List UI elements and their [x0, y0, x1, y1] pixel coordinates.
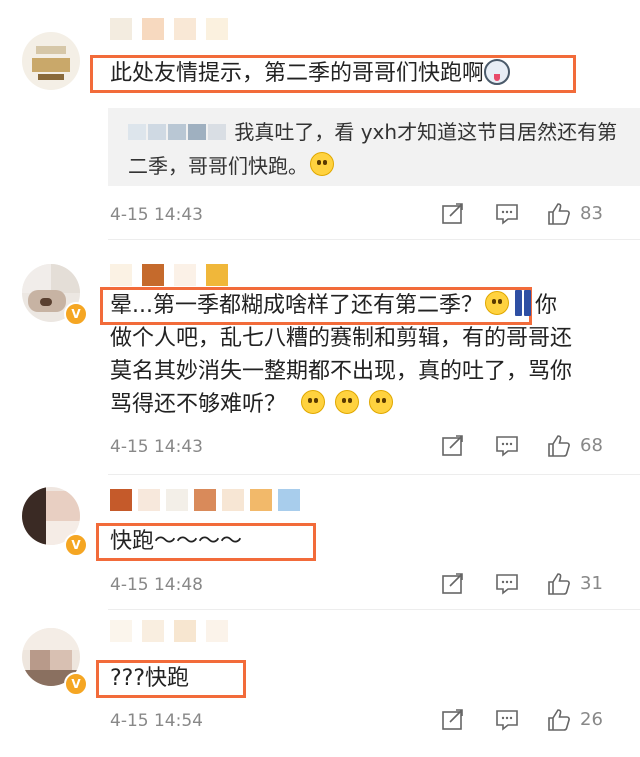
thumbs-up-icon[interactable] — [546, 201, 572, 227]
thumbs-up-icon[interactable] — [546, 707, 572, 733]
smile-emoji-icon — [310, 152, 334, 176]
comment-3: V 快跑～～～～ 4-15 14:48 31 — [0, 475, 640, 610]
comment-2: V 晕...第一季都糊成啥样了还有第二季？你 做个人吧，乱七八糟的赛制和剪辑，有… — [0, 240, 640, 475]
wink-emoji-icon — [484, 291, 509, 315]
username-mosaic[interactable] — [110, 489, 306, 511]
reply-quote[interactable]: 我真吐了，看 yxh才知道这节目居然还有第二季，哥哥们快跑。 — [108, 108, 640, 186]
verified-badge: V — [64, 302, 88, 326]
comment-text: ???快跑 — [110, 666, 190, 691]
scared-emoji-icon — [369, 390, 394, 414]
comment-text: 晕...第一季都糊成啥样了还有第二季？你 做个人吧，乱七八糟的赛制和剪辑，有的哥… — [110, 289, 630, 421]
like-count: 31 — [580, 573, 603, 594]
dog-emoji-icon — [484, 59, 511, 85]
comment-icon[interactable] — [494, 571, 520, 597]
scared-emoji-icon — [335, 390, 360, 414]
action-bar: 83 — [440, 201, 620, 231]
comment-text: 快跑～～～～ — [110, 529, 243, 554]
share-icon[interactable] — [440, 707, 466, 733]
timestamp: 4-15 14:43 — [110, 437, 203, 457]
action-bar: 31 — [440, 571, 620, 601]
action-bar: 26 — [440, 707, 620, 737]
action-bar: 68 — [440, 433, 620, 463]
thumbs-up-icon[interactable] — [546, 433, 572, 459]
comment-text: 此处友情提示，第二季的哥哥们快跑啊 — [110, 57, 511, 90]
comment-4: V ???快跑 4-15 14:54 26 — [0, 610, 640, 757]
timestamp: 4-15 14:54 — [110, 711, 203, 731]
like-count: 83 — [580, 203, 603, 224]
avatar[interactable] — [22, 32, 80, 90]
verified-badge: V — [64, 533, 88, 557]
comment-icon[interactable] — [494, 707, 520, 733]
timestamp: 4-15 14:48 — [110, 575, 203, 595]
comment-icon[interactable] — [494, 201, 520, 227]
like-count: 68 — [580, 435, 603, 456]
timestamp: 4-15 14:43 — [110, 205, 203, 225]
scared-emoji-icon — [301, 390, 326, 414]
username-mosaic[interactable] — [110, 264, 238, 286]
thumbs-up-icon[interactable] — [546, 571, 572, 597]
like-count: 26 — [580, 709, 603, 730]
share-icon[interactable] — [440, 201, 466, 227]
verified-badge: V — [64, 672, 88, 696]
comment-1: 此处友情提示，第二季的哥哥们快跑啊 我真吐了，看 yxh才知道这节目居然还有第二… — [0, 0, 640, 240]
share-icon[interactable] — [440, 571, 466, 597]
reply-username-mosaic — [128, 117, 228, 150]
username-mosaic[interactable] — [110, 620, 238, 642]
comment-icon[interactable] — [494, 433, 520, 459]
share-icon[interactable] — [440, 433, 466, 459]
username-mosaic[interactable] — [110, 18, 238, 40]
jeans-emoji-icon — [514, 290, 531, 316]
